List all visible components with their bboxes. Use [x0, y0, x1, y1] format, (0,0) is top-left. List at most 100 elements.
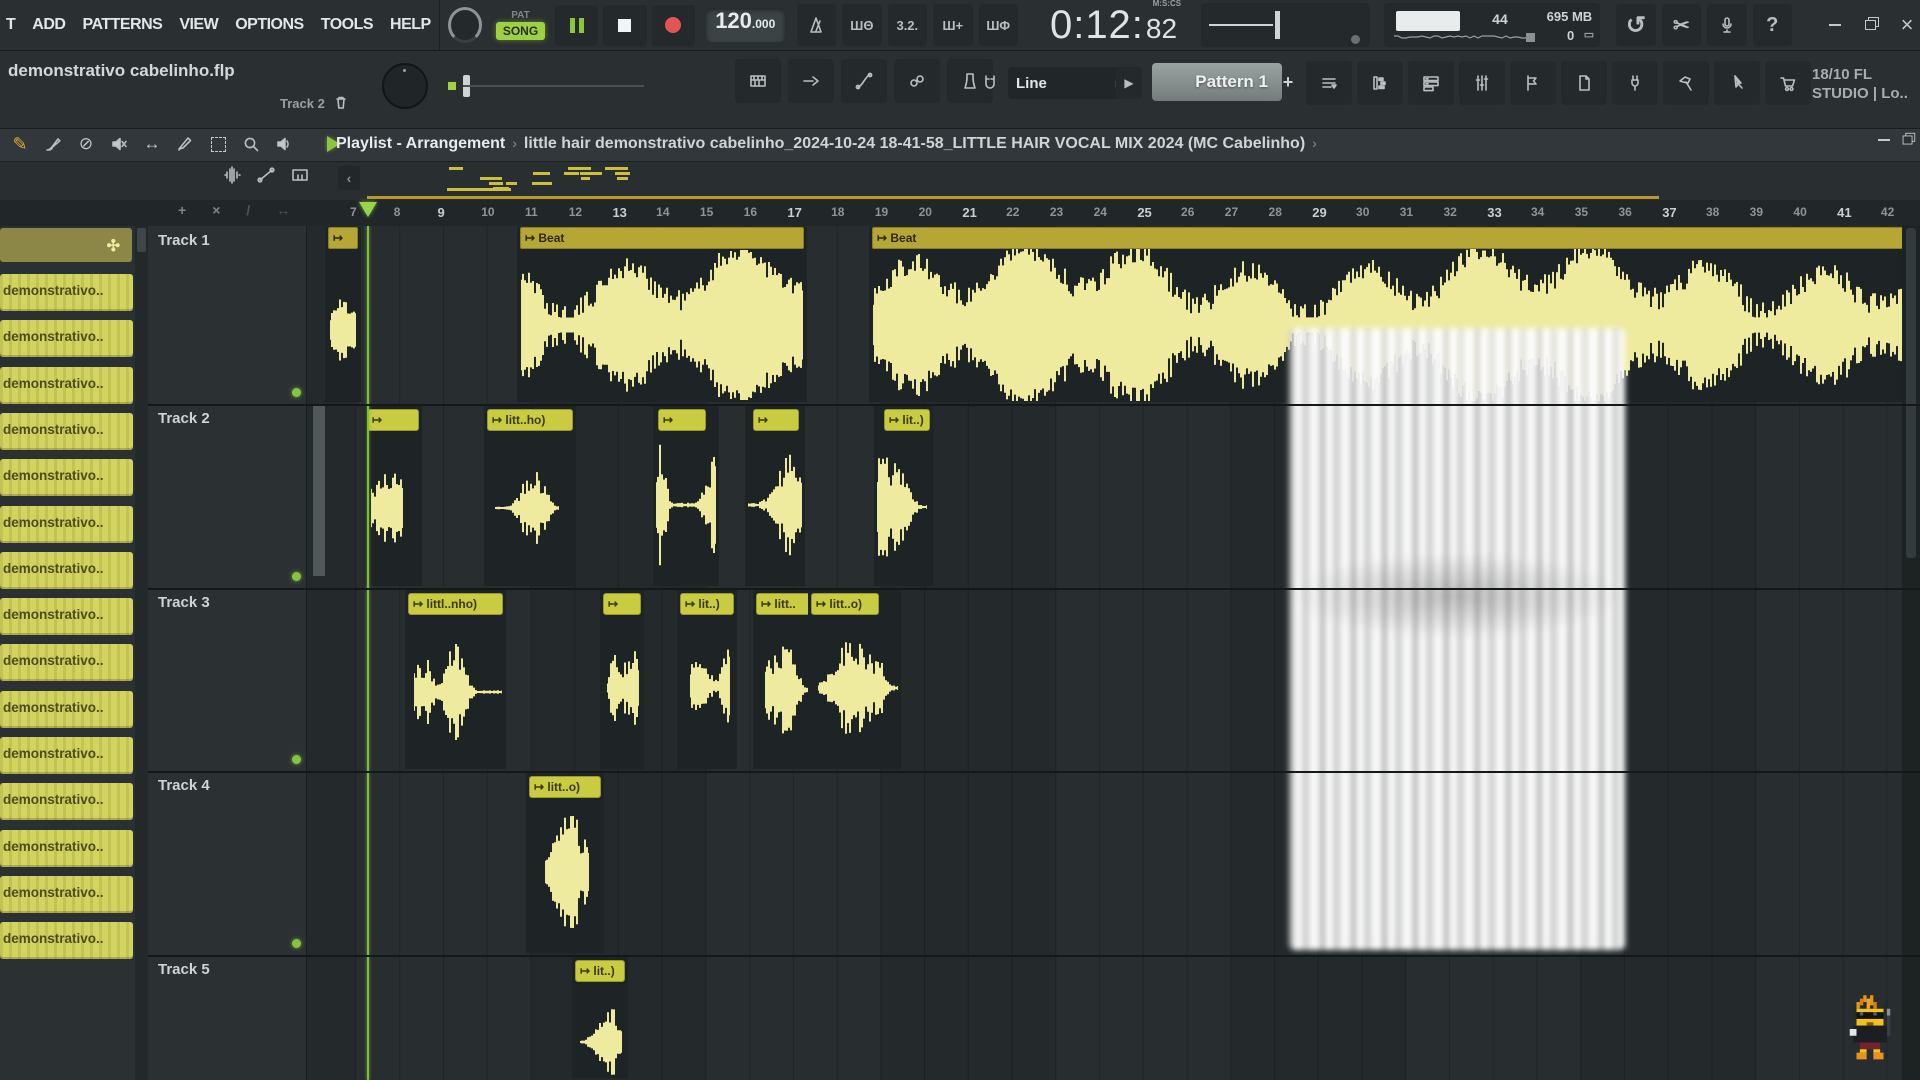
- track-record-led[interactable]: [292, 572, 301, 581]
- track-record-led[interactable]: [292, 388, 301, 397]
- close-button[interactable]: ×: [1894, 13, 1920, 37]
- vertical-scrollbar[interactable]: [1902, 226, 1920, 1080]
- glide-button[interactable]: [841, 59, 887, 103]
- ruler-bar-33[interactable]: 33: [1487, 205, 1501, 220]
- metronome-button[interactable]: [797, 4, 836, 46]
- menu-item-tools[interactable]: TOOLS: [321, 16, 373, 34]
- master-pitch-knob[interactable]: [382, 63, 428, 109]
- picker-item[interactable]: demonstrativo..: [0, 737, 133, 774]
- ruler-bar-7[interactable]: 7: [350, 205, 357, 219]
- stretch-tool-button[interactable]: ↔: [140, 132, 164, 156]
- playhead-marker[interactable]: [359, 202, 377, 217]
- track-header-5[interactable]: Track 5: [158, 961, 210, 978]
- clip-header[interactable]: ↦ litt..: [756, 593, 811, 615]
- ruler-bar-37[interactable]: 37: [1662, 205, 1676, 220]
- cpu-graph-handle[interactable]: [1526, 33, 1535, 42]
- picker-item[interactable]: demonstrativo..: [0, 459, 133, 496]
- ruler-bar-36[interactable]: 36: [1618, 205, 1631, 219]
- select-tool-button[interactable]: [206, 132, 230, 156]
- track-record-led[interactable]: [292, 939, 301, 948]
- restore-button[interactable]: [1858, 13, 1884, 37]
- ruler-bar-24[interactable]: 24: [1094, 205, 1107, 219]
- arrangement-name[interactable]: little hair demonstrativo cabelinho_2024…: [524, 135, 1305, 152]
- ruler-bar-25[interactable]: 25: [1137, 205, 1151, 220]
- track-header-3[interactable]: Track 3: [158, 594, 210, 611]
- countdown-button[interactable]: 3.2.: [888, 4, 927, 46]
- fit-button[interactable]: ↔: [276, 202, 290, 218]
- ruler-bar-18[interactable]: 18: [831, 205, 844, 219]
- ruler-bar-26[interactable]: 26: [1181, 205, 1194, 219]
- ruler-bar-10[interactable]: 10: [481, 205, 494, 219]
- picker-item[interactable]: demonstrativo..: [0, 320, 133, 357]
- browser-button[interactable]: [1510, 61, 1556, 105]
- menu-item-patterns[interactable]: PATTERNS: [82, 16, 162, 34]
- piano-roll-button[interactable]: [1357, 61, 1403, 105]
- audio-tab-icon[interactable]: [222, 165, 242, 185]
- typing-keyboard-button[interactable]: [735, 59, 781, 103]
- ruler-bar-23[interactable]: 23: [1050, 205, 1063, 219]
- ruler-bar-41[interactable]: 41: [1837, 205, 1851, 220]
- ruler-bar-32[interactable]: 32: [1444, 205, 1457, 219]
- menu-item-t[interactable]: T: [6, 16, 15, 34]
- ruler-bar-29[interactable]: 29: [1312, 205, 1326, 220]
- clip-header[interactable]: ↦ litt..ho): [487, 409, 573, 431]
- ruler-bar-38[interactable]: 38: [1706, 205, 1719, 219]
- plugin-picker-button[interactable]: [1612, 61, 1658, 105]
- ruler-bar-42[interactable]: 42: [1881, 205, 1894, 219]
- undo-button[interactable]: ↺: [1616, 4, 1655, 46]
- clip-header[interactable]: ↦ litt..o): [811, 593, 879, 615]
- track-record-led[interactable]: [292, 755, 301, 764]
- ruler-bar-17[interactable]: 17: [787, 205, 801, 220]
- clip-header[interactable]: ↦: [367, 409, 419, 431]
- menu-item-help[interactable]: HELP: [390, 16, 431, 34]
- add-pattern-button[interactable]: +: [1276, 67, 1300, 97]
- clip-header[interactable]: ↦ Beat: [520, 227, 804, 249]
- track-lanes[interactable]: ↦↦ Beat↦ Beat↦↦ litt..ho)↦↦↦ lit..)↦ lit…: [306, 226, 1920, 1080]
- picker-item[interactable]: demonstrativo..: [0, 413, 133, 450]
- playlist-minimize-icon[interactable]: [1878, 139, 1890, 141]
- ruler-bar-9[interactable]: 9: [437, 205, 444, 220]
- stop-button[interactable]: [603, 4, 646, 46]
- recording-panel-button[interactable]: [1707, 4, 1746, 46]
- ruler-bar-28[interactable]: 28: [1269, 205, 1282, 219]
- picker-item[interactable]: demonstrativo..: [0, 274, 133, 311]
- ruler-bar-27[interactable]: 27: [1225, 205, 1238, 219]
- draw-tool-button[interactable]: ✎: [8, 132, 32, 156]
- time-display[interactable]: 0:12:82 M:S:CS: [1050, 3, 1177, 48]
- touch-controller-button[interactable]: [1714, 61, 1760, 105]
- ruler-bar-20[interactable]: 20: [919, 205, 932, 219]
- ruler-bar-8[interactable]: 8: [394, 205, 401, 219]
- channel-rack-button[interactable]: [1408, 61, 1454, 105]
- ruler-bar-31[interactable]: 31: [1400, 205, 1413, 219]
- automation-tab-icon[interactable]: [256, 165, 276, 185]
- pat-mode-button[interactable]: PAT: [511, 10, 530, 21]
- picker-item[interactable]: demonstrativo..: [0, 506, 133, 543]
- ruler-bar-22[interactable]: 22: [1006, 205, 1019, 219]
- cut-tool-button[interactable]: ✂: [1662, 4, 1701, 46]
- clip-header[interactable]: ↦: [658, 409, 706, 431]
- picker-item[interactable]: demonstrativo..: [0, 783, 133, 820]
- clip-header[interactable]: ↦ litt..o): [529, 776, 601, 798]
- song-mode-button[interactable]: SONG: [496, 22, 545, 40]
- clip-header[interactable]: ↦ littl..nho): [408, 593, 503, 615]
- picker-scroll-thumb[interactable]: [137, 228, 146, 252]
- playback-tool-button[interactable]: [272, 132, 296, 156]
- clip-header[interactable]: ↦: [753, 409, 799, 431]
- position-slider[interactable]: [1209, 24, 1273, 26]
- zoom-tool-button[interactable]: [239, 132, 263, 156]
- multilink-button[interactable]: [894, 59, 940, 103]
- mixer-button[interactable]: [1459, 61, 1505, 105]
- picker-item[interactable]: demonstrativo..: [0, 922, 133, 959]
- ruler-bar-16[interactable]: 16: [744, 205, 757, 219]
- wait-for-input-button[interactable]: ШΘ: [842, 4, 881, 46]
- picker-item[interactable]: demonstrativo..: [0, 830, 133, 867]
- track-header-2[interactable]: Track 2: [158, 410, 210, 427]
- ruler-bar-13[interactable]: 13: [612, 205, 626, 220]
- tempo-display[interactable]: 120.000: [706, 8, 785, 42]
- clip-header[interactable]: ↦ lit..): [884, 409, 930, 431]
- minimize-button[interactable]: [1822, 13, 1848, 37]
- track-header-1[interactable]: Track 1: [158, 232, 210, 249]
- ruler-bar-19[interactable]: 19: [875, 205, 888, 219]
- vertical-scroll-thumb[interactable]: [1906, 228, 1916, 558]
- picker-item[interactable]: demonstrativo..: [0, 644, 133, 681]
